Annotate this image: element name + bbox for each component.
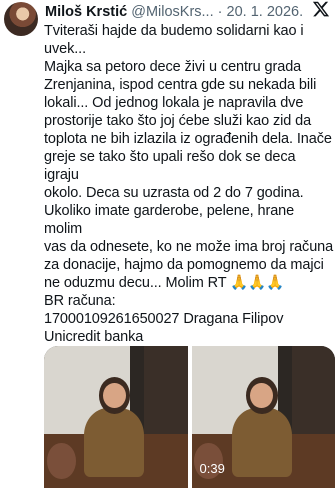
woman-body [84, 408, 145, 477]
woman-body [231, 408, 292, 477]
separator-dot: · [217, 4, 223, 20]
tweet-text: Tviteraši hajde da budemo solidarni kao … [44, 23, 334, 345]
video-frame-left[interactable] [44, 346, 188, 488]
video-frame-right[interactable]: 0:39 [191, 346, 335, 488]
tweet-date[interactable]: 20. 1. 2026. [227, 4, 304, 20]
woman-face [102, 382, 126, 409]
avatar[interactable] [4, 2, 38, 36]
tweet-header: Miloš Krstić @MilosKrs... · 20. 1. 2026. [45, 4, 336, 22]
author-name[interactable]: Miloš Krstić [45, 4, 127, 20]
child-head [46, 442, 76, 480]
video-media[interactable]: 0:39 [44, 346, 335, 488]
x-logo-icon[interactable] [312, 0, 330, 18]
video-duration: 0:39 [199, 461, 225, 476]
author-handle[interactable]: @MilosKrs... [131, 4, 213, 20]
